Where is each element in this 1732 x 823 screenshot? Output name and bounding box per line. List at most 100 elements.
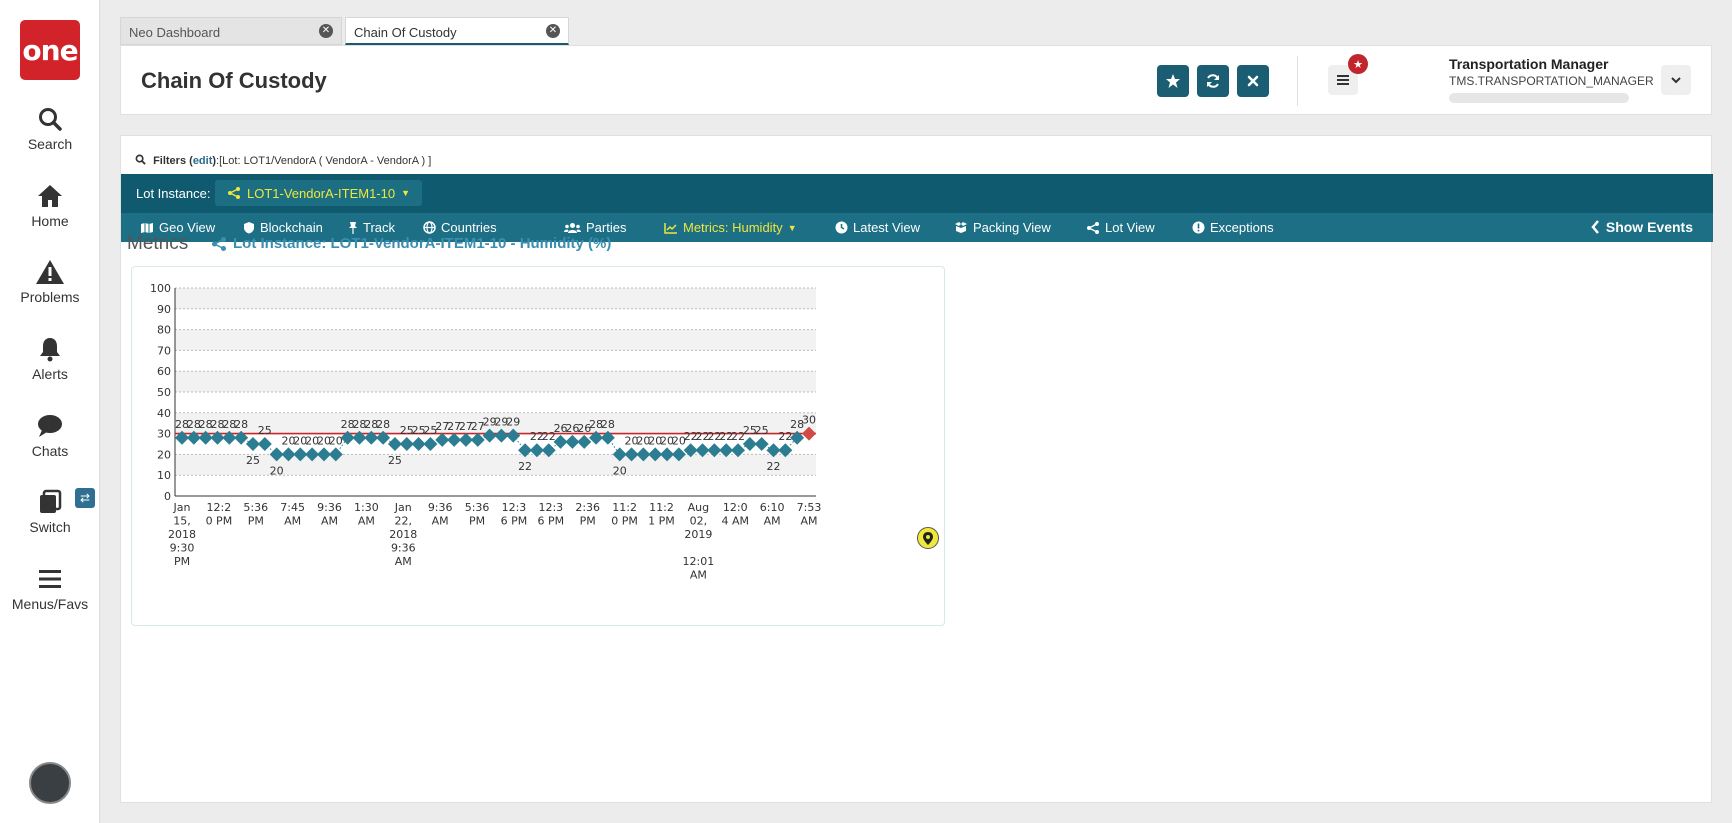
- data-label: 22: [518, 460, 532, 473]
- tab-chain-of-custody-label: Chain Of Custody: [354, 25, 457, 40]
- grid-band: [175, 288, 816, 309]
- map-marker-button[interactable]: [917, 527, 939, 549]
- user-role: TMS.TRANSPORTATION_MANAGER: [1449, 74, 1654, 88]
- close-page-button[interactable]: [1237, 65, 1269, 97]
- data-label: 20: [613, 464, 627, 477]
- y-tick-label: 0: [164, 490, 171, 503]
- grid-band: [175, 329, 816, 351]
- close-icon: [1247, 75, 1259, 87]
- chevron-down-icon: [1671, 77, 1681, 84]
- tab-track[interactable]: Track: [348, 220, 395, 235]
- tab-exceptions[interactable]: Exceptions: [1192, 220, 1274, 235]
- favorite-button[interactable]: [1157, 65, 1189, 97]
- filters-value: :[Lot: LOT1/VendorA ( VendorA - VendorA …: [216, 155, 432, 167]
- x-tick-label: 7:45 AM: [280, 501, 305, 528]
- refresh-button[interactable]: [1197, 65, 1229, 97]
- lot-instance-label: Lot Instance:: [136, 186, 211, 201]
- x-tick-label: 12:3 6 PM: [538, 501, 565, 528]
- exclamation-icon: [1192, 221, 1205, 234]
- tab-parties[interactable]: Parties: [564, 220, 626, 235]
- x-tick-label: 12:3 6 PM: [501, 501, 528, 528]
- data-label: 25: [388, 454, 402, 467]
- nav-problems-label: Problems: [20, 289, 80, 305]
- refresh-icon: [1207, 74, 1219, 88]
- data-label: 29: [506, 416, 520, 429]
- tab-chain-of-custody[interactable]: Chain Of Custody ✕: [345, 17, 569, 45]
- data-label: 22: [778, 430, 792, 443]
- chat-icon: [38, 415, 62, 437]
- tab-parties-label: Parties: [586, 220, 627, 235]
- bell-icon: [40, 338, 60, 362]
- tab-blockchain[interactable]: Blockchain: [243, 220, 323, 235]
- tab-countries[interactable]: Countries: [423, 220, 497, 235]
- users-icon: [564, 222, 581, 233]
- y-tick-label: 70: [157, 344, 171, 357]
- lot-instance-select[interactable]: LOT1-VendorA-ITEM1-10 ▼: [215, 180, 423, 206]
- x-tick-label: 5:36 PM: [243, 501, 268, 528]
- x-tick-label: Jan 22, 2018 9:36 AM: [389, 501, 417, 568]
- star-icon: [1166, 74, 1180, 88]
- tab-lot-view-label: Lot View: [1105, 220, 1155, 235]
- data-label: 25: [755, 424, 769, 437]
- data-label: 28: [601, 418, 615, 431]
- user-dropdown-button[interactable]: [1661, 65, 1691, 95]
- caret-down-icon: ▼: [401, 188, 411, 198]
- share-icon: [212, 236, 226, 251]
- switch-icon: [40, 489, 62, 513]
- share-icon: [1087, 221, 1099, 234]
- switch-badge-icon: ⇄: [75, 488, 95, 508]
- x-tick-label: Aug 02, 2019 12:01 AM: [683, 501, 715, 582]
- data-point: [577, 434, 592, 449]
- data-point: [754, 437, 769, 451]
- app-logo[interactable]: one: [20, 20, 80, 80]
- grid-band: [175, 371, 816, 392]
- tab-packing-view-label: Packing View: [973, 220, 1051, 235]
- y-tick-label: 10: [157, 469, 171, 482]
- chevron-left-icon: [1591, 220, 1599, 234]
- tab-latest-view[interactable]: Latest View: [835, 220, 920, 235]
- x-tick-label: Jan 15, 2018 9:30 PM: [168, 501, 196, 568]
- y-tick-label: 90: [157, 303, 171, 316]
- nav-search[interactable]: Search: [0, 106, 100, 152]
- avatar[interactable]: [29, 762, 71, 804]
- humidity-chart-svg: 0102030405060708090100282828282828252520…: [150, 282, 822, 582]
- tab-metrics-humidity[interactable]: Metrics: Humidity ▼: [664, 220, 797, 235]
- close-icon[interactable]: ✕: [319, 24, 333, 38]
- metrics-subtitle-text: Lot Instance: LOT1-VendorA-ITEM1-10 - Hu…: [233, 235, 612, 252]
- tab-packing-view[interactable]: Packing View: [954, 220, 1051, 235]
- data-label: 25: [258, 424, 272, 437]
- nav-alerts[interactable]: Alerts: [0, 336, 100, 382]
- metrics-subtitle: Lot Instance: LOT1-VendorA-ITEM1-10 - Hu…: [211, 235, 611, 252]
- y-tick-label: 60: [157, 365, 171, 378]
- nav-chats-label: Chats: [31, 443, 69, 459]
- filters-label: Filters: [153, 155, 187, 167]
- nav-chats[interactable]: Chats: [0, 413, 100, 459]
- tab-metrics-humidity-label: Metrics: Humidity: [683, 220, 783, 235]
- page-header: Chain Of Custody ★ Transportation Manage…: [120, 45, 1712, 115]
- show-events-button[interactable]: Show Events: [1591, 219, 1693, 235]
- nav-home[interactable]: Home: [0, 183, 100, 229]
- pin-icon: [349, 222, 357, 234]
- x-tick-label: 9:36 AM: [428, 501, 453, 528]
- nav-switch-label: Switch: [29, 519, 71, 535]
- tab-lot-view[interactable]: Lot View: [1086, 220, 1155, 235]
- humidity-chart: 0 10 20 30 40 50 60 70 80 90 100 28 28 28 28 28 28 25 25 20…: [131, 266, 945, 626]
- filters-edit-link[interactable]: edit: [193, 155, 213, 167]
- data-label: 28: [234, 418, 248, 431]
- close-icon[interactable]: ✕: [546, 24, 560, 38]
- x-tick-label: 9:36 AM: [317, 501, 342, 528]
- data-label: 20: [329, 434, 343, 447]
- home-icon: [38, 185, 62, 207]
- nav-problems[interactable]: Problems: [0, 259, 100, 305]
- x-tick-label: 2:36 PM: [575, 501, 600, 528]
- y-tick-label: 50: [157, 386, 171, 399]
- x-tick-label: 5:36 PM: [465, 501, 490, 528]
- tab-neo-dashboard[interactable]: Neo Dashboard ✕: [120, 17, 342, 45]
- y-tick-label: 40: [157, 407, 171, 420]
- nav-menus-favs[interactable]: Menus/Favs: [0, 566, 100, 612]
- x-tick-label: 11:2 1 PM: [648, 501, 675, 528]
- data-label: 25: [246, 454, 260, 467]
- data-label: 30: [802, 414, 816, 427]
- x-tick-label: 7:53 AM: [797, 501, 822, 528]
- x-tick-label: 12:2 0 PM: [206, 501, 233, 528]
